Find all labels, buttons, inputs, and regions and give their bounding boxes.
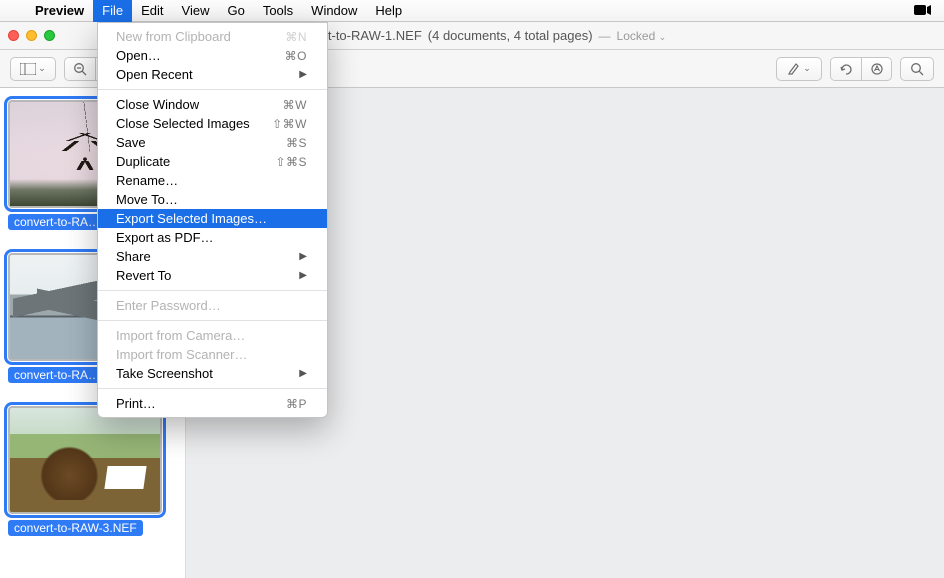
fullscreen-window-button[interactable] bbox=[44, 30, 55, 41]
menu-separator bbox=[98, 89, 327, 90]
menu-item-rename[interactable]: Rename… bbox=[98, 171, 327, 190]
menu-item-print[interactable]: Print…⌘P bbox=[98, 394, 327, 413]
menu-item-move-to[interactable]: Move To… bbox=[98, 190, 327, 209]
rotate-markup-buttons bbox=[830, 57, 892, 81]
window-title-detail: (4 documents, 4 total pages) bbox=[428, 28, 593, 43]
menubar-item-file[interactable]: File bbox=[93, 0, 132, 22]
traffic-lights bbox=[8, 30, 55, 41]
menubar-item-tools[interactable]: Tools bbox=[254, 0, 302, 22]
menu-separator bbox=[98, 388, 327, 389]
menu-item-export-selected-images[interactable]: Export Selected Images… bbox=[98, 209, 327, 228]
menu-item-save[interactable]: Save⌘S bbox=[98, 133, 327, 152]
search-button[interactable] bbox=[900, 57, 934, 81]
zoom-out-button[interactable] bbox=[65, 58, 95, 80]
menu-item-new-from-clipboard: New from Clipboard⌘N bbox=[98, 27, 327, 46]
menu-item-revert-to[interactable]: Revert To▶ bbox=[98, 266, 327, 285]
menu-item-take-screenshot[interactable]: Take Screenshot▶ bbox=[98, 364, 327, 383]
sidebar-view-button[interactable]: ⌄ bbox=[10, 57, 56, 81]
menu-item-close-selected-images[interactable]: Close Selected Images⇧⌘W bbox=[98, 114, 327, 133]
menu-separator bbox=[98, 290, 327, 291]
window-title-separator: — bbox=[599, 29, 611, 43]
menu-item-import-from-scanner: Import from Scanner… bbox=[98, 345, 327, 364]
highlight-button[interactable]: ⌄ bbox=[776, 57, 822, 81]
menu-item-export-as-pdf[interactable]: Export as PDF… bbox=[98, 228, 327, 247]
system-menubar: Preview File Edit View Go Tools Window H… bbox=[0, 0, 944, 22]
markup-button[interactable] bbox=[861, 58, 891, 80]
menu-separator bbox=[98, 320, 327, 321]
menu-item-enter-password: Enter Password… bbox=[98, 296, 327, 315]
menubar-item-help[interactable]: Help bbox=[366, 0, 411, 22]
thumbnail-3[interactable]: convert-to-RAW-3.NEF bbox=[8, 406, 177, 541]
menubar-item-go[interactable]: Go bbox=[218, 0, 253, 22]
menubar-item-edit[interactable]: Edit bbox=[132, 0, 172, 22]
thumbnail-label: convert-to-RA… bbox=[8, 214, 106, 230]
menubar-app-name[interactable]: Preview bbox=[26, 0, 93, 22]
thumbnail-image bbox=[8, 406, 162, 514]
menu-item-share[interactable]: Share▶ bbox=[98, 247, 327, 266]
menu-item-open[interactable]: Open…⌘O bbox=[98, 46, 327, 65]
file-menu-dropdown: New from Clipboard⌘NOpen…⌘OOpen Recent▶ C… bbox=[97, 22, 328, 418]
close-window-button[interactable] bbox=[8, 30, 19, 41]
facetime-icon[interactable] bbox=[910, 3, 936, 19]
menu-item-close-window[interactable]: Close Window⌘W bbox=[98, 95, 327, 114]
menubar-item-view[interactable]: View bbox=[173, 0, 219, 22]
window-title-locked[interactable]: Locked ⌄ bbox=[617, 29, 667, 43]
menu-item-duplicate[interactable]: Duplicate⇧⌘S bbox=[98, 152, 327, 171]
thumbnail-label: convert-to-RA… bbox=[8, 367, 106, 383]
thumbnail-label: convert-to-RAW-3.NEF bbox=[8, 520, 143, 536]
menubar-item-window[interactable]: Window bbox=[302, 0, 366, 22]
menu-item-import-from-camera: Import from Camera… bbox=[98, 326, 327, 345]
menu-item-open-recent[interactable]: Open Recent▶ bbox=[98, 65, 327, 84]
minimize-window-button[interactable] bbox=[26, 30, 37, 41]
rotate-button[interactable] bbox=[831, 58, 861, 80]
